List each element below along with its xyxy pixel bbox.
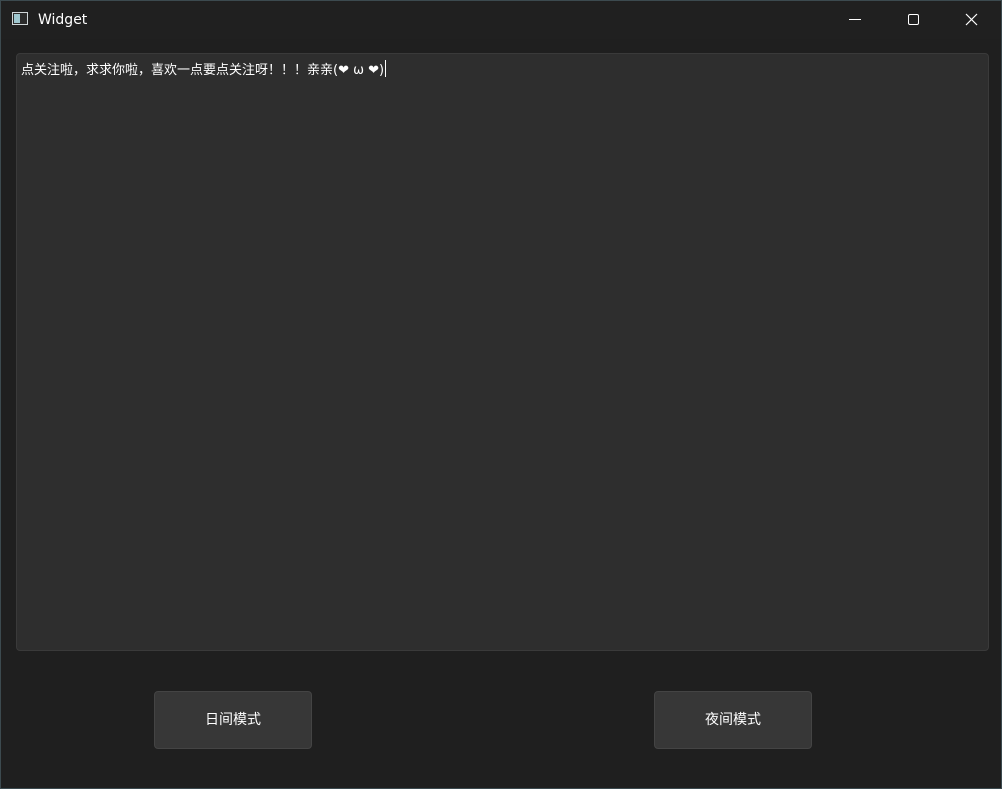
day-mode-button[interactable]: 日间模式	[154, 691, 312, 749]
editor-text: 点关注啦，求求你啦，喜欢一点要点关注呀！！！亲亲(❤ ω ❤)	[21, 63, 385, 78]
window-title: Widget	[38, 12, 88, 28]
app-window: Widget 点关注啦，求求你啦，喜欢一点要点关注呀！！！亲亲(❤ ω ❤) 日…	[0, 0, 1002, 789]
night-mode-button[interactable]: 夜间模式	[654, 691, 812, 749]
app-icon-pane	[14, 14, 20, 23]
close-button[interactable]	[942, 1, 1000, 39]
minimize-button[interactable]	[826, 1, 884, 39]
window-app-icon	[12, 12, 28, 25]
maximize-icon	[908, 14, 919, 25]
editor-content[interactable]: 点关注啦，求求你啦，喜欢一点要点关注呀！！！亲亲(❤ ω ❤)	[21, 60, 387, 80]
text-caret	[385, 60, 387, 77]
maximize-button[interactable]	[884, 1, 942, 39]
minimize-icon	[849, 19, 861, 20]
text-editor[interactable]: 点关注啦，求求你啦，喜欢一点要点关注呀！！！亲亲(❤ ω ❤)	[16, 53, 989, 651]
close-icon	[965, 13, 978, 26]
title-bar[interactable]: Widget	[1, 1, 1001, 39]
